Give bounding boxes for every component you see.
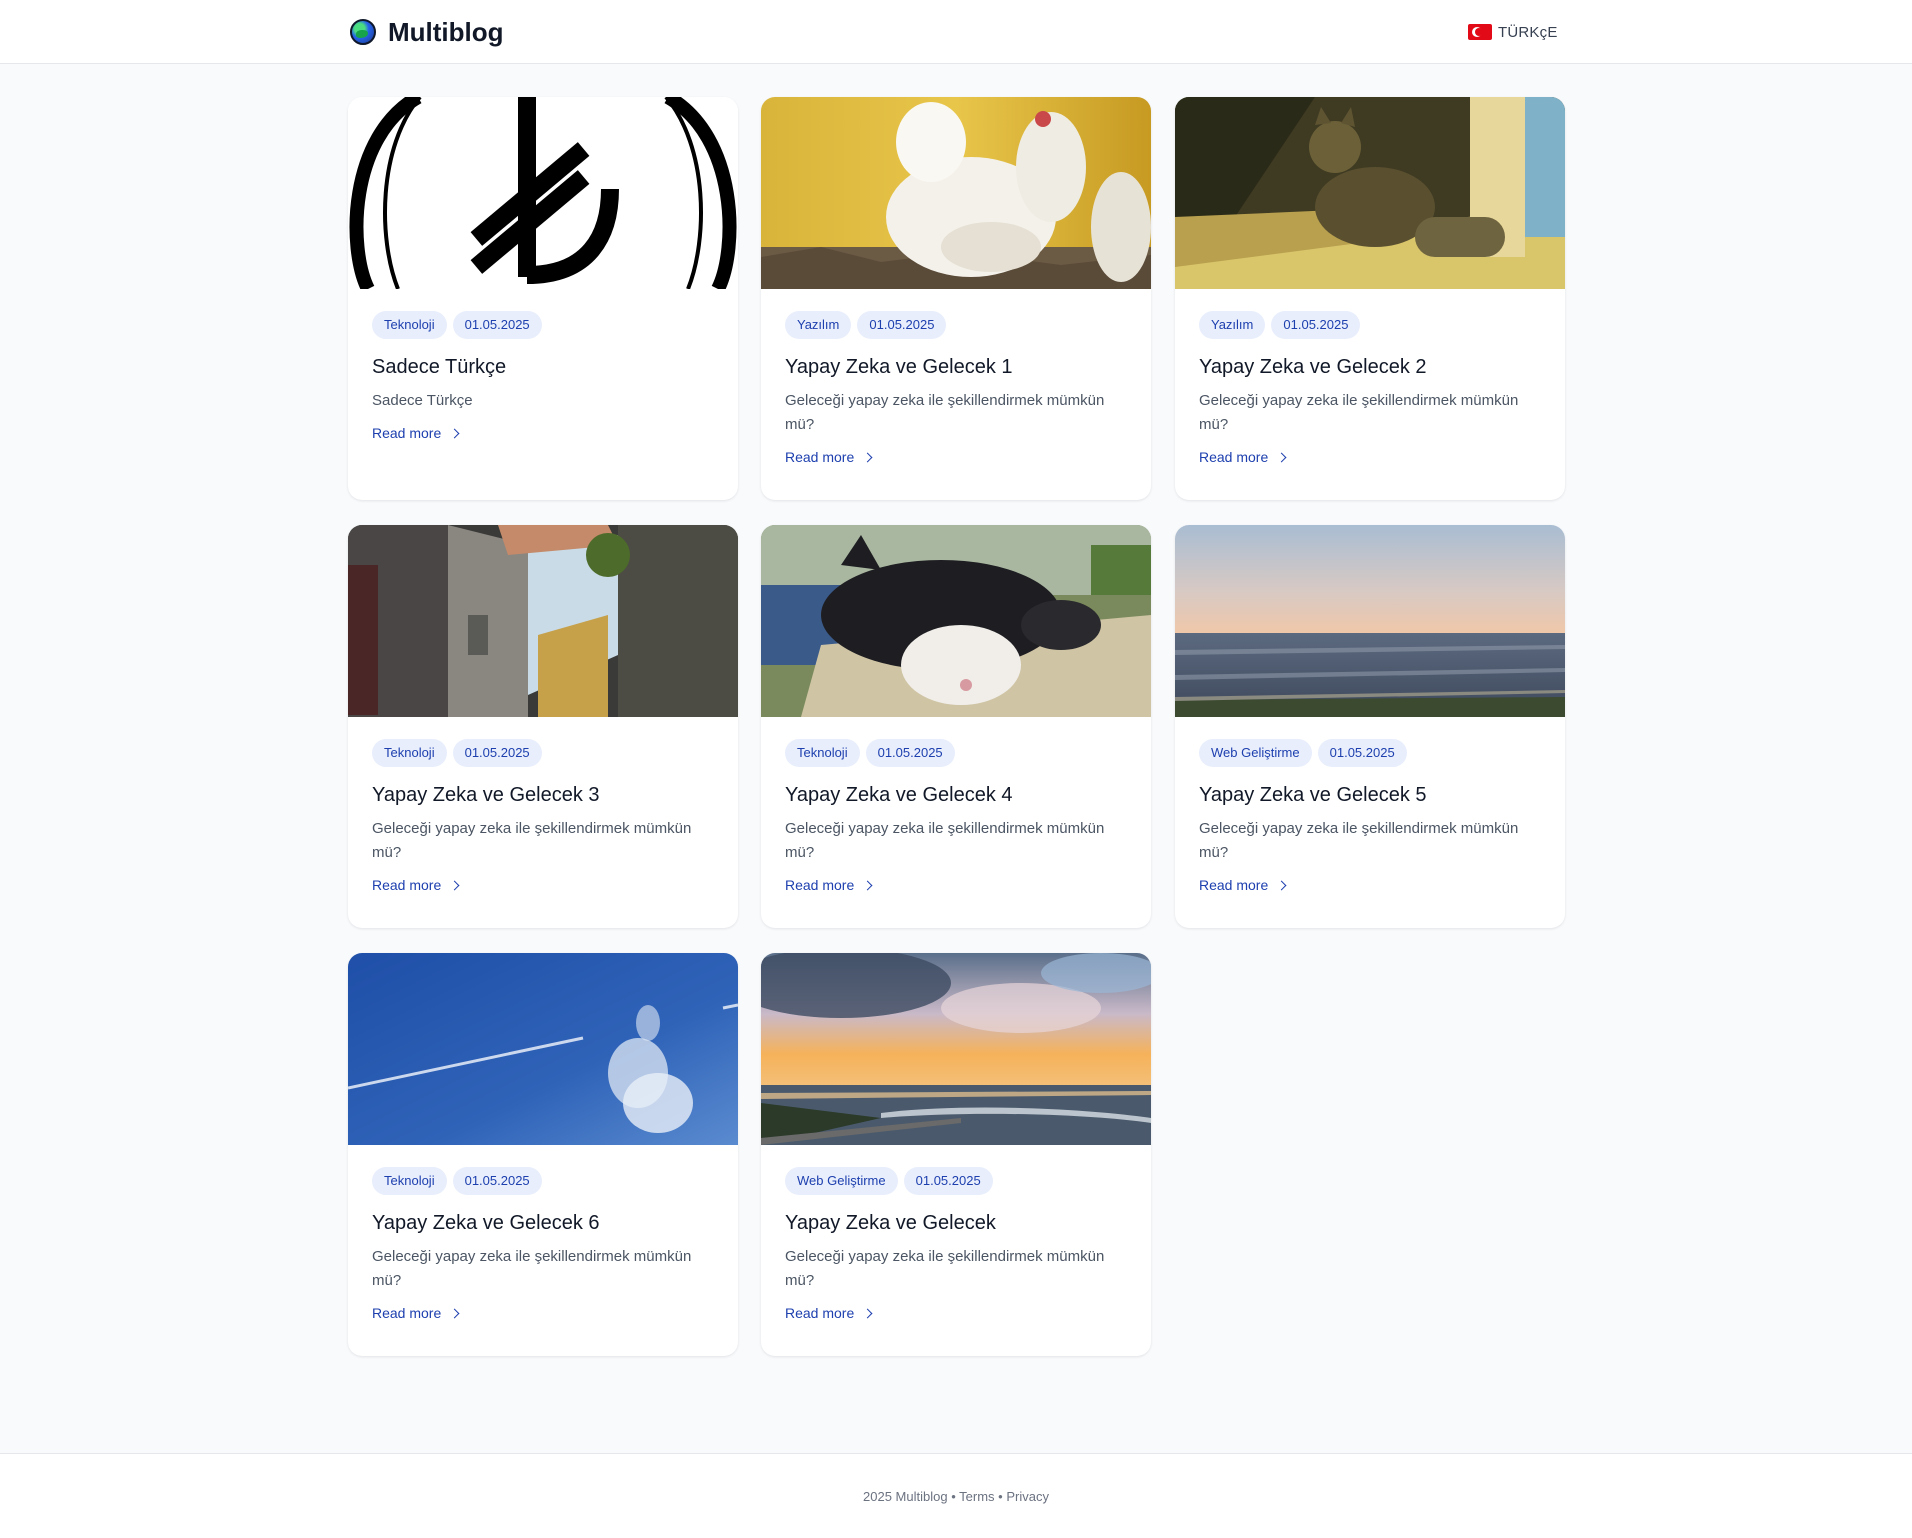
date-badge: 01.05.2025 bbox=[452, 1167, 542, 1195]
turkey-flag-icon bbox=[1468, 24, 1492, 40]
post-card[interactable]: Teknoloji 01.05.2025 Yapay Zeka ve Gelec… bbox=[761, 525, 1151, 928]
brand-title: Multiblog bbox=[388, 16, 504, 47]
privacy-link[interactable]: Privacy bbox=[1006, 1489, 1049, 1504]
footer-separator: • bbox=[951, 1489, 956, 1504]
post-card[interactable]: Teknoloji 01.05.2025 Yapay Zeka ve Gelec… bbox=[348, 953, 738, 1356]
read-more-label: Read more bbox=[1199, 449, 1269, 465]
post-excerpt: Geleceği yapay zeka ile şekillendirmek m… bbox=[785, 392, 1105, 433]
category-badge[interactable]: Yazılım bbox=[785, 311, 852, 339]
category-badge[interactable]: Teknoloji bbox=[372, 311, 447, 339]
read-more-link[interactable]: Read more bbox=[372, 875, 460, 895]
post-title[interactable]: Yapay Zeka ve Gelecek 5 bbox=[1199, 781, 1541, 809]
read-more-label: Read more bbox=[785, 1305, 855, 1321]
post-image-building[interactable] bbox=[348, 525, 738, 717]
post-image-chickens[interactable] bbox=[761, 97, 1151, 289]
category-badge[interactable]: Web Geliştirme bbox=[1199, 739, 1312, 767]
chevron-right-icon bbox=[862, 452, 873, 462]
read-more-label: Read more bbox=[372, 1305, 442, 1321]
date-badge: 01.05.2025 bbox=[903, 1167, 993, 1195]
footer-copyright: 2025 Multiblog bbox=[863, 1489, 948, 1504]
date-badge: 01.05.2025 bbox=[1317, 739, 1407, 767]
post-title[interactable]: Yapay Zeka ve Gelecek bbox=[785, 1209, 1127, 1237]
category-badge[interactable]: Teknoloji bbox=[372, 1167, 447, 1195]
read-more-link[interactable]: Read more bbox=[1199, 875, 1287, 895]
chevron-right-icon bbox=[1276, 452, 1287, 462]
post-excerpt: Geleceği yapay zeka ile şekillendirmek m… bbox=[785, 1248, 1105, 1289]
chevron-right-icon bbox=[862, 1308, 873, 1318]
post-card[interactable]: Web Geliştirme 01.05.2025 Yapay Zeka ve … bbox=[1175, 525, 1565, 928]
date-badge: 01.05.2025 bbox=[857, 311, 947, 339]
category-badge[interactable]: Yazılım bbox=[1199, 311, 1266, 339]
read-more-label: Read more bbox=[372, 877, 442, 893]
post-image-cat-sunlight[interactable] bbox=[1175, 97, 1565, 289]
post-card[interactable]: Web Geliştirme 01.05.2025 Yapay Zeka ve … bbox=[761, 953, 1151, 1356]
read-more-link[interactable]: Read more bbox=[372, 423, 460, 443]
read-more-label: Read more bbox=[1199, 877, 1269, 893]
post-card[interactable]: Yazılım 01.05.2025 Yapay Zeka ve Gelecek… bbox=[761, 97, 1151, 500]
brand-link[interactable]: Multiblog bbox=[350, 14, 504, 50]
post-image-sleeping-cat[interactable] bbox=[761, 525, 1151, 717]
post-excerpt: Geleceği yapay zeka ile şekillendirmek m… bbox=[372, 1248, 692, 1289]
category-badge[interactable]: Teknoloji bbox=[372, 739, 447, 767]
post-image-lira-logo[interactable] bbox=[348, 97, 738, 289]
post-excerpt: Geleceği yapay zeka ile şekillendirmek m… bbox=[1199, 820, 1519, 861]
post-image-blue-sky[interactable] bbox=[348, 953, 738, 1145]
chevron-right-icon bbox=[449, 428, 460, 438]
post-card[interactable]: Teknoloji 01.05.2025 Sadece Türkçe Sadec… bbox=[348, 97, 738, 500]
post-title[interactable]: Sadece Türkçe bbox=[372, 353, 714, 381]
post-title[interactable]: Yapay Zeka ve Gelecek 2 bbox=[1199, 353, 1541, 381]
read-more-label: Read more bbox=[785, 449, 855, 465]
read-more-label: Read more bbox=[785, 877, 855, 893]
footer-separator: • bbox=[998, 1489, 1003, 1504]
post-excerpt: Geleceği yapay zeka ile şekillendirmek m… bbox=[1199, 392, 1519, 433]
globe-icon bbox=[350, 19, 376, 45]
post-image-sea-dusk[interactable] bbox=[1175, 525, 1565, 717]
post-title[interactable]: Yapay Zeka ve Gelecek 1 bbox=[785, 353, 1127, 381]
read-more-label: Read more bbox=[372, 425, 442, 441]
language-label: TÜRKçE bbox=[1498, 23, 1558, 41]
date-badge: 01.05.2025 bbox=[452, 739, 542, 767]
date-badge: 01.05.2025 bbox=[865, 739, 955, 767]
post-excerpt: Geleceği yapay zeka ile şekillendirmek m… bbox=[372, 820, 692, 861]
read-more-link[interactable]: Read more bbox=[785, 1303, 873, 1323]
read-more-link[interactable]: Read more bbox=[785, 447, 873, 467]
post-title[interactable]: Yapay Zeka ve Gelecek 3 bbox=[372, 781, 714, 809]
chevron-right-icon bbox=[449, 1308, 460, 1318]
post-image-sunset[interactable] bbox=[761, 953, 1151, 1145]
post-card[interactable]: Teknoloji 01.05.2025 Yapay Zeka ve Gelec… bbox=[348, 525, 738, 928]
read-more-link[interactable]: Read more bbox=[785, 875, 873, 895]
post-title[interactable]: Yapay Zeka ve Gelecek 6 bbox=[372, 1209, 714, 1237]
site-header: Multiblog TÜRKçE bbox=[0, 0, 1912, 64]
footer-text: 2025 Multiblog • Terms • Privacy bbox=[0, 1489, 1912, 1504]
chevron-right-icon bbox=[1276, 880, 1287, 890]
date-badge: 01.05.2025 bbox=[1271, 311, 1361, 339]
read-more-link[interactable]: Read more bbox=[372, 1303, 460, 1323]
site-footer: 2025 Multiblog • Terms • Privacy bbox=[0, 1453, 1912, 1538]
post-excerpt: Geleceği yapay zeka ile şekillendirmek m… bbox=[785, 820, 1105, 861]
date-badge: 01.05.2025 bbox=[452, 311, 542, 339]
read-more-link[interactable]: Read more bbox=[1199, 447, 1287, 467]
post-card[interactable]: Yazılım 01.05.2025 Yapay Zeka ve Gelecek… bbox=[1175, 97, 1565, 500]
category-badge[interactable]: Teknoloji bbox=[785, 739, 860, 767]
language-switcher[interactable]: TÜRKçE bbox=[1468, 20, 1558, 44]
category-badge[interactable]: Web Geliştirme bbox=[785, 1167, 898, 1195]
terms-link[interactable]: Terms bbox=[959, 1489, 994, 1504]
post-title[interactable]: Yapay Zeka ve Gelecek 4 bbox=[785, 781, 1127, 809]
chevron-right-icon bbox=[862, 880, 873, 890]
post-excerpt: Sadece Türkçe bbox=[372, 392, 473, 409]
chevron-right-icon bbox=[449, 880, 460, 890]
